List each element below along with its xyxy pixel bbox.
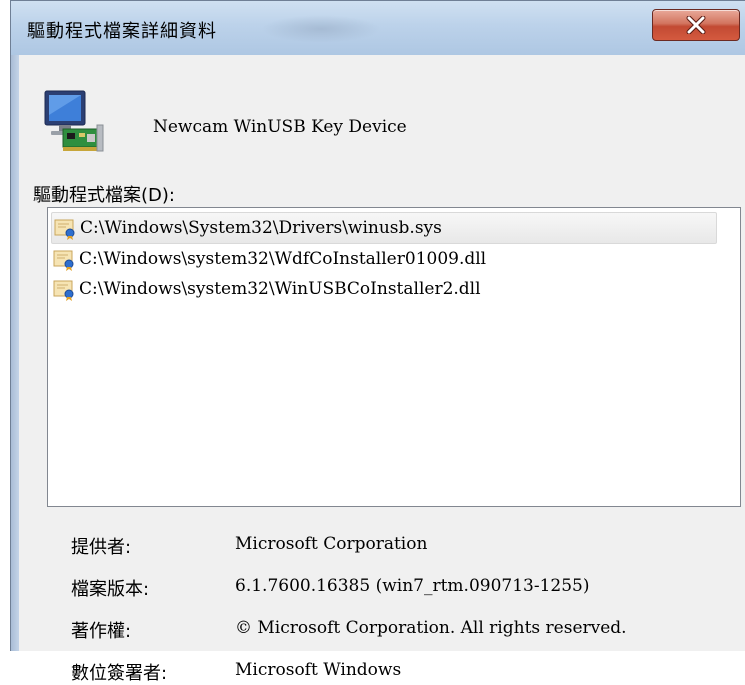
titlebar-glass <box>261 15 381 43</box>
driver-details-dialog: 驅動程式檔案詳細資料 Newcam WinUSB Key Device 驅動程式… <box>10 0 745 684</box>
window-frame-edge <box>11 55 19 651</box>
copyright-value: © Microsoft Corporation. All rights rese… <box>235 618 627 638</box>
device-name: Newcam WinUSB Key Device <box>153 117 407 137</box>
list-item[interactable]: C:\Windows\system32\WdfCoInstaller01009.… <box>51 244 715 274</box>
close-icon <box>686 16 706 34</box>
list-item[interactable]: C:\Windows\system32\WinUSBCoInstaller2.d… <box>51 274 715 304</box>
file-version-label: 檔案版本: <box>71 579 150 600</box>
certificate-file-icon <box>53 250 74 271</box>
window-title: 驅動程式檔案詳細資料 <box>27 21 217 42</box>
copyright-label: 著作權: <box>71 621 132 642</box>
digital-signer-value: Microsoft Windows <box>235 660 402 680</box>
digital-signer-label: 數位簽署者: <box>71 663 168 684</box>
list-item[interactable]: C:\Windows\System32\Drivers\winusb.sys <box>51 212 717 244</box>
computer-network-card-icon <box>44 90 104 152</box>
file-path: C:\Windows\System32\Drivers\winusb.sys <box>80 218 442 238</box>
provider-value: Microsoft Corporation <box>235 534 428 554</box>
file-path: C:\Windows\system32\WdfCoInstaller01009.… <box>79 249 487 269</box>
certificate-file-icon <box>54 219 75 240</box>
provider-label: 提供者: <box>71 537 132 558</box>
dialog-body: Newcam WinUSB Key Device 驅動程式檔案(D): C:\W… <box>19 55 744 684</box>
title-bar[interactable]: 驅動程式檔案詳細資料 <box>11 1 745 55</box>
driver-files-list[interactable]: C:\Windows\System32\Drivers\winusb.sys C… <box>47 207 741 507</box>
file-version-value: 6.1.7600.16385 (win7_rtm.090713-1255) <box>235 576 590 596</box>
file-path: C:\Windows\system32\WinUSBCoInstaller2.d… <box>79 279 481 299</box>
certificate-file-icon <box>53 280 74 301</box>
close-button[interactable] <box>652 9 740 41</box>
driver-files-label: 驅動程式檔案(D): <box>33 185 175 206</box>
